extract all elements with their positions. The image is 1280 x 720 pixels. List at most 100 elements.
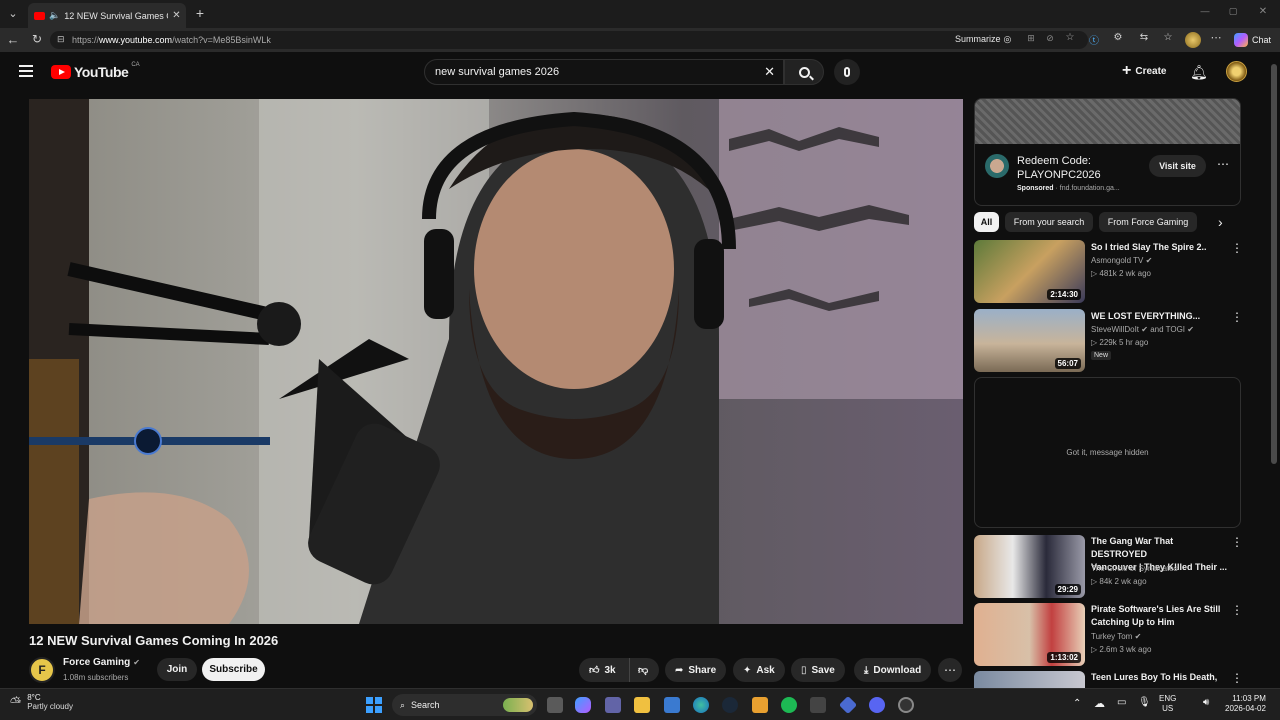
file-explorer-icon[interactable] (634, 697, 650, 713)
clear-search-icon[interactable]: ✕ (764, 64, 775, 80)
weather-widget[interactable]: ⛅︎ 8°C Partly cloudy (10, 693, 73, 711)
video-menu-icon[interactable]: ⋮ (1231, 310, 1243, 324)
minimize-icon[interactable]: — (1198, 6, 1212, 16)
channel-name-1[interactable]: Asmongold TV ✔ (1091, 256, 1152, 265)
thumbnail-3[interactable]: 29:29 (974, 535, 1085, 598)
thumbnail-2[interactable]: 56:07 (974, 309, 1085, 372)
thumbnail-1[interactable]: 2:14:30 (974, 240, 1085, 303)
video-menu-icon[interactable]: ⋮ (1231, 671, 1243, 685)
youtube-logo[interactable]: YouTube CA (51, 62, 140, 80)
app-a-icon[interactable] (810, 697, 826, 713)
channel-2-extra: and TOGI (1150, 325, 1186, 334)
site-info-icon[interactable]: ⊟ (57, 34, 65, 45)
channel-avatar[interactable]: F (29, 657, 55, 683)
copilot-app-icon[interactable] (575, 697, 591, 713)
search-input[interactable]: new survival games 2026 ✕ (424, 59, 784, 85)
video-title-5[interactable]: Teen Lures Boy To His Death, (1091, 671, 1229, 684)
back-arrow-icon[interactable]: ← (6, 32, 20, 47)
clock[interactable]: 11:03 PM 2026-04-02 (1225, 694, 1266, 714)
taskbar-search[interactable]: ⌕ Search (392, 694, 537, 716)
language-indicator[interactable]: ENG US (1159, 694, 1176, 714)
save-button[interactable]: ▯ Save (791, 658, 845, 682)
visit-site-button[interactable]: Visit site (1149, 155, 1206, 177)
translate-icon[interactable]: ⓣ (1088, 32, 1100, 47)
download-button[interactable]: ⤓ Download (854, 658, 932, 682)
new-tab-icon[interactable]: + (193, 5, 207, 21)
video-menu-icon[interactable]: ⋮ (1231, 603, 1243, 617)
refresh-icon[interactable]: ↻ (30, 32, 44, 46)
channel-name[interactable]: Force Gaming ✔ (63, 657, 140, 668)
microphone-tray-icon[interactable]: 🎙︎ (1138, 697, 1151, 708)
video-menu-icon[interactable]: ⋮ (1231, 241, 1243, 255)
steam-icon[interactable] (722, 697, 738, 713)
browser-tab[interactable]: 🔈 12 NEW Survival Games Coming ✕ (28, 3, 186, 28)
chip-next-arrow-icon[interactable]: › (1218, 214, 1223, 230)
visit-site-label: Visit site (1159, 161, 1196, 171)
page-scrollbar[interactable] (1268, 52, 1280, 688)
channel-name-4[interactable]: Turkey Tom ✔ (1091, 632, 1141, 641)
channel-name-2[interactable]: SteveWillDoIt ✔ and TOGI ✔ (1091, 325, 1194, 334)
chip-from-your-search[interactable]: From your search (1005, 212, 1093, 232)
thumbnail-5[interactable] (974, 671, 1085, 688)
url-field[interactable]: ⊟ https://www.youtube.com/watch?v=Me85Bs… (50, 31, 1088, 49)
ask-button[interactable]: ✦ Ask (733, 658, 785, 682)
chip-from-force-gaming[interactable]: From Force Gaming (1099, 212, 1197, 232)
notifications-bell-icon[interactable]: 🔔︎ (1190, 64, 1208, 81)
summarize-button[interactable]: Summarize ◎ (955, 34, 1011, 45)
search-button[interactable] (784, 59, 824, 85)
extensions-icon[interactable]: ⚙ (1112, 32, 1124, 43)
store-icon[interactable] (664, 697, 680, 713)
video-menu-icon[interactable]: ⋮ (1231, 535, 1243, 549)
volume-icon[interactable]: 🔊︎ (1203, 697, 1209, 708)
spotify-icon[interactable] (781, 697, 797, 713)
chip-all[interactable]: All (974, 212, 999, 232)
scrollbar-thumb[interactable] (1271, 64, 1277, 464)
share-button[interactable]: ➦ Share (665, 658, 727, 682)
video-title-2[interactable]: WE LOST EVERYTHING... (1091, 310, 1229, 323)
video-title-4[interactable]: Pirate Software's Lies Are Still Catching… (1091, 603, 1229, 629)
favorite-star-icon[interactable]: ☆ (1064, 32, 1076, 43)
close-tab-icon[interactable]: ✕ (172, 10, 180, 21)
channel-name-3[interactable]: The Circle of Syndicates (1091, 564, 1178, 573)
ad-more-icon[interactable]: ⋯ (1217, 157, 1229, 171)
close-window-icon[interactable]: ✕ (1256, 6, 1270, 17)
tracking-icon[interactable]: ⊘ (1044, 33, 1056, 44)
more-actions-button[interactable]: ⋯ (938, 658, 962, 682)
task-view-icon[interactable] (547, 697, 563, 713)
ad-card[interactable]: Redeem Code: PLAYONPC2026 Sponsored · fn… (974, 98, 1241, 206)
onedrive-icon[interactable]: ☁ (1094, 697, 1105, 710)
thumbnail-4[interactable]: 1:13:02 (974, 603, 1085, 666)
dislike-button[interactable]: 👎︎ (629, 658, 659, 682)
account-avatar[interactable] (1226, 61, 1247, 82)
split-screen-icon[interactable]: ⇆ (1138, 32, 1150, 43)
video-frame (29, 99, 963, 624)
video-title-1[interactable]: So I tried Slay The Spire 2.. (1091, 241, 1229, 254)
duration-badge: 1:13:02 (1047, 652, 1081, 663)
like-button[interactable]: 👍︎ 3k (579, 658, 629, 682)
more-menu-icon[interactable]: ⋯ (1210, 31, 1222, 44)
discord-icon[interactable] (869, 697, 885, 713)
app-diamond-icon[interactable] (838, 695, 858, 715)
start-button[interactable] (366, 697, 382, 713)
profile-avatar[interactable] (1185, 32, 1201, 48)
weather-text: Partly cloudy (27, 702, 73, 711)
network-icon[interactable]: ▭ (1117, 697, 1126, 708)
video-player[interactable] (29, 99, 963, 624)
reader-icon[interactable]: ⊞ (1025, 33, 1037, 44)
teams-icon[interactable] (605, 697, 621, 713)
join-button[interactable]: Join (157, 658, 197, 681)
copilot-chat-button[interactable]: Chat (1234, 33, 1271, 47)
tray-chevron-icon[interactable]: ⌃ (1073, 698, 1081, 709)
app-icon[interactable] (752, 697, 768, 713)
maximize-icon[interactable]: ▢ (1226, 6, 1240, 17)
subscribe-button[interactable]: Subscribe (202, 658, 265, 681)
favorites-icon[interactable]: ☆ (1162, 32, 1174, 43)
tab-list-icon[interactable]: ⌄ (6, 7, 20, 20)
create-button[interactable]: + Create (1122, 63, 1166, 79)
channel-1-text: Asmongold TV (1091, 256, 1144, 265)
app-circle-icon[interactable] (898, 697, 914, 713)
hamburger-menu-icon[interactable] (19, 65, 33, 77)
speaker-icon[interactable]: 🔈 (49, 10, 60, 21)
voice-search-button[interactable] (834, 59, 860, 85)
edge-icon[interactable] (693, 697, 709, 713)
